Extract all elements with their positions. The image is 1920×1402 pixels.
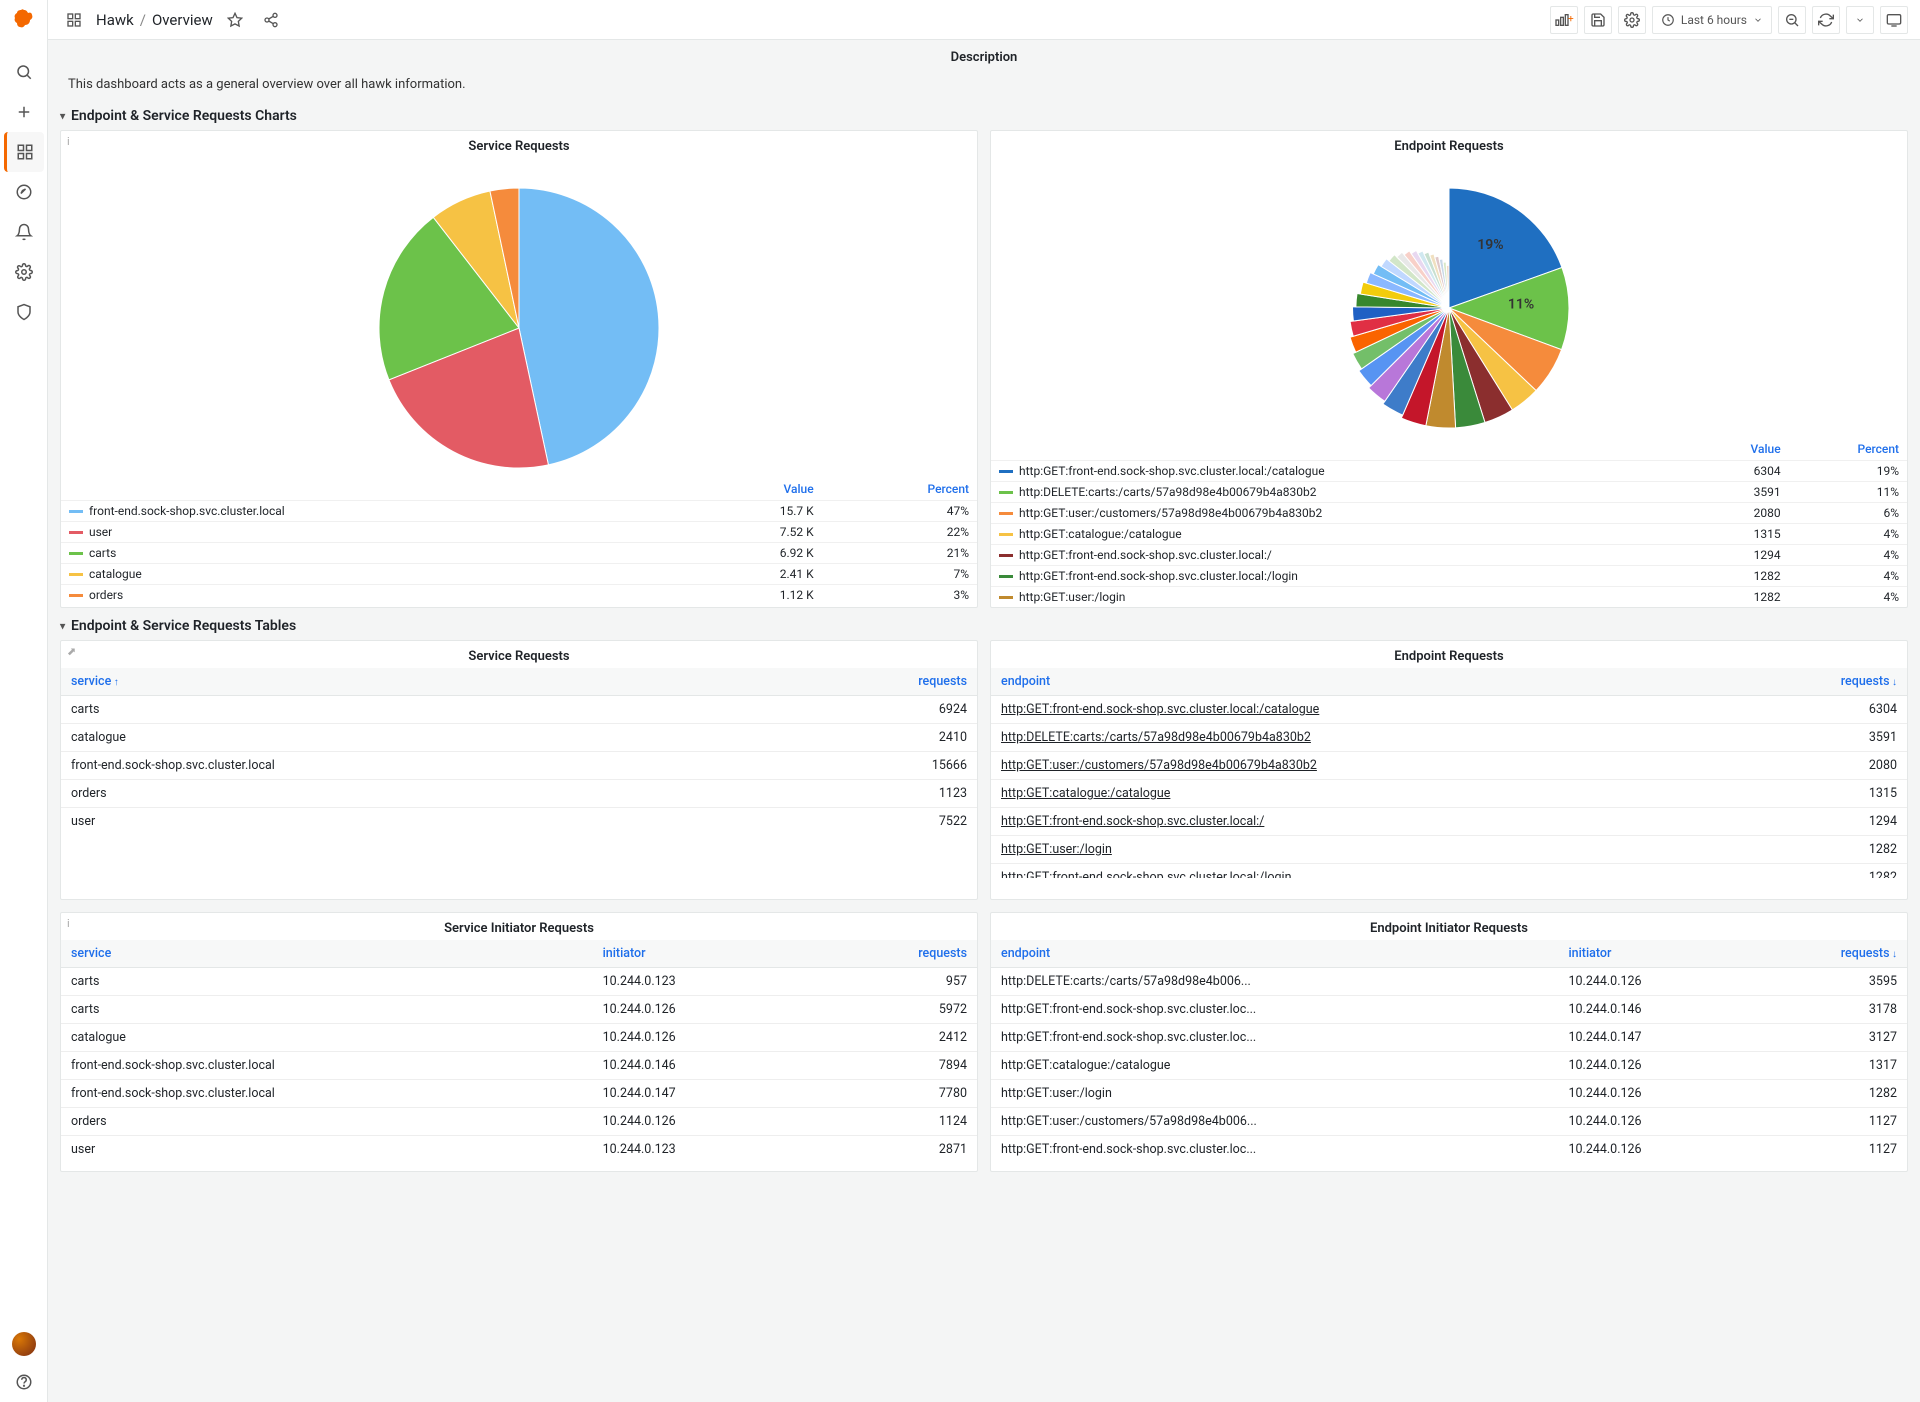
col-service[interactable]: service	[61, 668, 762, 696]
section-charts-title: Endpoint & Service Requests Charts	[71, 108, 297, 124]
add-panel-icon[interactable]: +	[1550, 6, 1578, 34]
user-avatar[interactable]	[12, 1332, 36, 1356]
panel-title: Endpoint Requests	[991, 131, 1907, 158]
description-text: This dashboard acts as a general overvie…	[60, 71, 1908, 98]
table-row[interactable]: orders10.244.0.1261124	[61, 1108, 977, 1136]
service-requests-table[interactable]: servicerequestscarts6924catalogue2410fro…	[61, 668, 977, 835]
col-requests[interactable]: requests	[762, 668, 977, 696]
col-requests[interactable]: requests	[1750, 940, 1907, 968]
table-row[interactable]: http:DELETE:carts:/carts/57a98d98e4b006.…	[991, 968, 1907, 996]
search-icon[interactable]	[4, 52, 44, 92]
table-row[interactable]: http:GET:user:/login10.244.0.1261282	[991, 1080, 1907, 1108]
endpoint-requests-table[interactable]: endpointrequestshttp:GET:front-end.sock-…	[991, 668, 1907, 878]
col-endpoint[interactable]: endpoint	[991, 940, 1558, 968]
dashboards-icon[interactable]	[4, 132, 44, 172]
table-row[interactable]: http:GET:catalogue:/catalogue1315	[991, 780, 1907, 808]
service-requests-pie[interactable]	[61, 158, 977, 478]
table-row[interactable]: catalogue10.244.0.1262412	[61, 1024, 977, 1052]
panel-title: Service Requests	[61, 131, 977, 158]
table-row[interactable]: http:GET:user:/login1282	[991, 836, 1907, 864]
info-icon[interactable]: i	[67, 135, 70, 148]
table-row[interactable]: carts6924	[61, 696, 977, 724]
panel-title: Service Requests	[61, 641, 977, 668]
share-icon[interactable]	[257, 6, 285, 34]
endpoint-requests-table-panel: Endpoint Requests endpointrequestshttp:G…	[990, 640, 1908, 900]
table-row[interactable]: http:GET:front-end.sock-shop.svc.cluster…	[991, 696, 1907, 724]
endpoint-requests-legend[interactable]: ValuePercenthttp:GET:front-end.sock-shop…	[991, 438, 1907, 607]
service-requests-table-panel: ⬈ Service Requests servicerequestscarts6…	[60, 640, 978, 900]
time-range-picker[interactable]: Last 6 hours	[1652, 6, 1772, 34]
section-tables-title: Endpoint & Service Requests Tables	[71, 618, 296, 634]
refresh-interval-dropdown[interactable]	[1846, 6, 1874, 34]
breadcrumb-separator: /	[140, 11, 146, 29]
section-charts-header[interactable]: ▸ Endpoint & Service Requests Charts	[60, 108, 1908, 124]
save-icon[interactable]	[1584, 6, 1612, 34]
table-row[interactable]: http:GET:front-end.sock-shop.svc.cluster…	[991, 1136, 1907, 1164]
grafana-logo[interactable]	[12, 8, 36, 36]
service-requests-chart-panel: i Service Requests ValuePercentfront-end…	[60, 130, 978, 608]
col-endpoint[interactable]: endpoint	[991, 668, 1739, 696]
svg-text:11%: 11%	[1508, 296, 1534, 312]
table-row[interactable]: carts10.244.0.1265972	[61, 996, 977, 1024]
topbar: Hawk / Overview + Last 6 hours	[48, 0, 1920, 40]
star-icon[interactable]	[221, 6, 249, 34]
help-icon[interactable]	[4, 1362, 44, 1402]
table-row[interactable]: carts10.244.0.123957	[61, 968, 977, 996]
col-requests[interactable]: requests	[1739, 668, 1907, 696]
service-requests-legend[interactable]: ValuePercentfront-end.sock-shop.svc.clus…	[61, 478, 977, 605]
link-icon[interactable]: ⬈	[67, 645, 76, 658]
table-row[interactable]: http:GET:front-end.sock-shop.svc.cluster…	[991, 808, 1907, 836]
table-row[interactable]: catalogue2410	[61, 724, 977, 752]
table-row[interactable]: user7522	[61, 808, 977, 836]
dashboards-grid-icon[interactable]	[60, 6, 88, 34]
col-initiator[interactable]: initiator	[1558, 940, 1750, 968]
chevron-down-icon: ▸	[57, 623, 68, 628]
alerting-icon[interactable]	[4, 212, 44, 252]
table-row[interactable]: http:GET:user:/customers/57a98d98e4b006.…	[991, 1108, 1907, 1136]
endpoint-requests-pie[interactable]: 19% 11%	[991, 158, 1907, 438]
description-panel-title: Description	[60, 50, 1908, 65]
breadcrumb-root[interactable]: Hawk	[96, 11, 134, 29]
table-row[interactable]: http:GET:user:/customers/57a98d98e4b0067…	[991, 752, 1907, 780]
table-row[interactable]: http:GET:catalogue:/catalogue10.244.0.12…	[991, 1052, 1907, 1080]
time-range-label: Last 6 hours	[1681, 13, 1747, 27]
table-row[interactable]: http:DELETE:carts:/carts/57a98d98e4b0067…	[991, 724, 1907, 752]
table-row[interactable]: orders1123	[61, 780, 977, 808]
table-row[interactable]: front-end.sock-shop.svc.cluster.local10.…	[61, 1080, 977, 1108]
tv-mode-icon[interactable]	[1880, 6, 1908, 34]
panel-title: Endpoint Requests	[991, 641, 1907, 668]
section-tables-header[interactable]: ▸ Endpoint & Service Requests Tables	[60, 618, 1908, 634]
table-row[interactable]: http:GET:front-end.sock-shop.svc.cluster…	[991, 1024, 1907, 1052]
service-initiator-table-panel: i Service Initiator Requests serviceinit…	[60, 912, 978, 1172]
zoom-out-icon[interactable]	[1778, 6, 1806, 34]
server-admin-icon[interactable]	[4, 292, 44, 332]
col-initiator[interactable]: initiator	[593, 940, 814, 968]
chevron-down-icon: ▸	[57, 113, 68, 118]
svg-text:19%: 19%	[1477, 237, 1503, 253]
table-row[interactable]: front-end.sock-shop.svc.cluster.local10.…	[61, 1052, 977, 1080]
panel-title: Endpoint Initiator Requests	[991, 913, 1907, 940]
endpoint-initiator-table-panel: Endpoint Initiator Requests endpointinit…	[990, 912, 1908, 1172]
col-service[interactable]: service	[61, 940, 593, 968]
create-icon[interactable]	[4, 92, 44, 132]
table-row[interactable]: user10.244.0.1232871	[61, 1136, 977, 1164]
breadcrumb-page[interactable]: Overview	[152, 11, 213, 29]
info-icon[interactable]: i	[67, 917, 70, 930]
refresh-icon[interactable]	[1812, 6, 1840, 34]
table-row[interactable]: http:GET:front-end.sock-shop.svc.cluster…	[991, 864, 1907, 879]
breadcrumb: Hawk / Overview	[96, 11, 213, 29]
panel-title: Service Initiator Requests	[61, 913, 977, 940]
endpoint-requests-chart-panel: Endpoint Requests 19% 11% ValuePercenthtt…	[990, 130, 1908, 608]
col-requests[interactable]: requests	[814, 940, 977, 968]
table-row[interactable]: http:GET:front-end.sock-shop.svc.cluster…	[991, 996, 1907, 1024]
explore-icon[interactable]	[4, 172, 44, 212]
settings-icon[interactable]	[1618, 6, 1646, 34]
configuration-icon[interactable]	[4, 252, 44, 292]
service-initiator-table[interactable]: serviceinitiatorrequestscarts10.244.0.12…	[61, 940, 977, 1163]
table-row[interactable]: front-end.sock-shop.svc.cluster.local156…	[61, 752, 977, 780]
left-sidebar	[0, 0, 48, 1402]
endpoint-initiator-table[interactable]: endpointinitiatorrequestshttp:DELETE:car…	[991, 940, 1907, 1163]
